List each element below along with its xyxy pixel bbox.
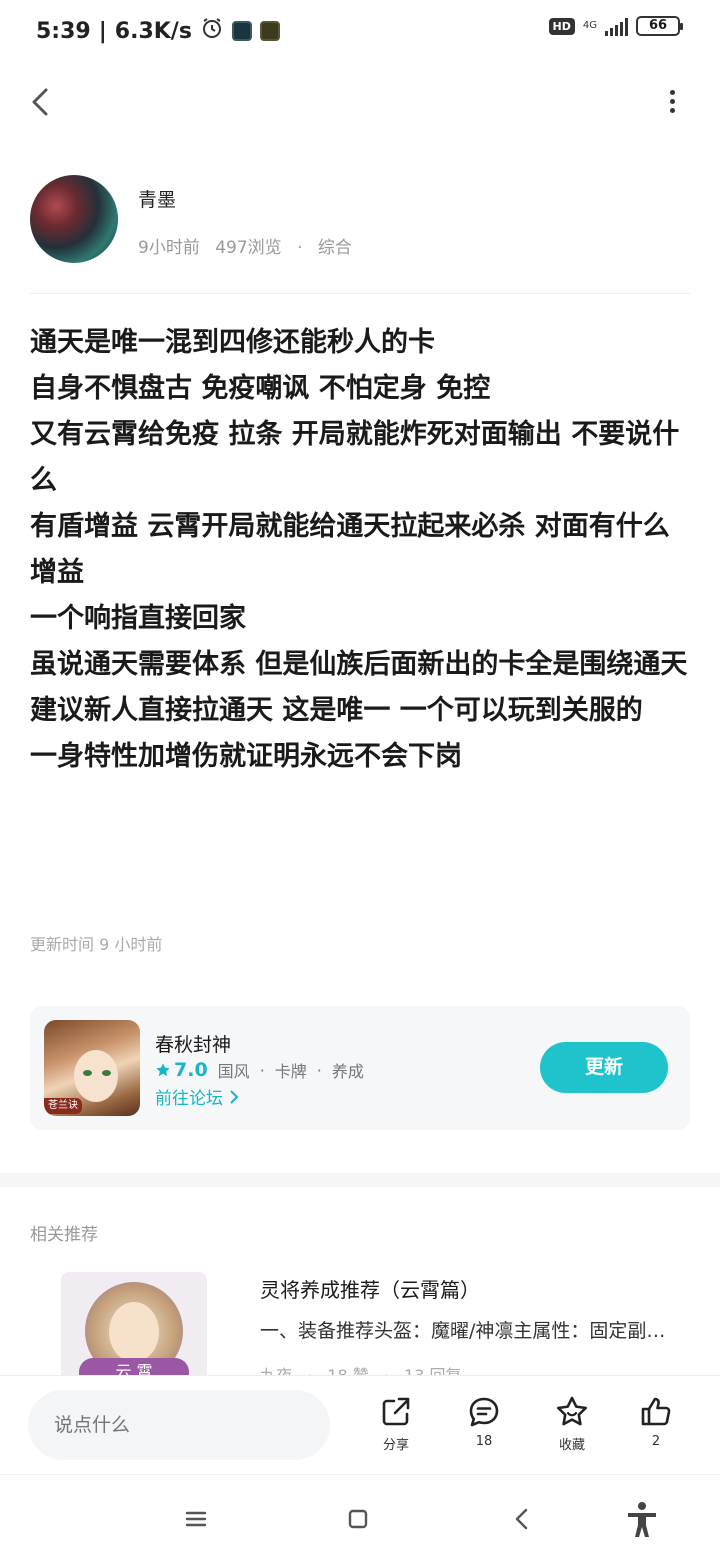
hd-badge: HD (548, 17, 575, 35)
status-left: 5:39 | 6.3K/s (36, 16, 280, 46)
post-time: 9小时前 (138, 238, 200, 258)
forum-link[interactable]: 前往论坛 (155, 1084, 239, 1109)
avatar[interactable] (30, 175, 118, 263)
accessibility-button[interactable] (622, 1499, 662, 1539)
star-icon (557, 1396, 587, 1426)
battery-icon: 66 (636, 16, 683, 36)
status-separator: | (98, 18, 107, 44)
author-name[interactable]: 青墨 (138, 185, 176, 212)
network-type: 4G (582, 20, 597, 31)
post-category[interactable]: 综合 (318, 238, 352, 258)
like-button[interactable]: 2 (626, 1394, 686, 1458)
post-line: 一身特性加增伤就证明永远不会下岗 (30, 741, 462, 772)
recommend-item[interactable]: 云 霄 灵将养成推荐（云霄篇） 一、装备推荐头盔：魔曜/神凛主属性：固定副… 九… (30, 1268, 690, 1378)
alarm-icon (200, 16, 224, 46)
game-tag: 养成 (331, 1062, 364, 1081)
share-button[interactable]: 分享 (366, 1394, 426, 1458)
bottom-action-bar: 分享 18 收藏 2 (0, 1375, 720, 1473)
author-header: 青墨 9小时前 497浏览 · 综合 (30, 175, 690, 265)
post-meta: 9小时前 497浏览 · 综合 (138, 233, 362, 258)
comment-input[interactable] (28, 1390, 330, 1460)
comment-count: 18 (475, 1434, 493, 1449)
menu-icon (185, 1511, 207, 1527)
view-count: 497浏览 (215, 238, 282, 258)
chevron-right-icon (230, 1089, 239, 1104)
post-line: 虽说通天需要体系 但是仙族后面新出的卡全是围绕通天 (30, 649, 688, 680)
status-right: HD 4G 66 (548, 16, 683, 36)
game-icon[interactable]: 苍兰诀 (44, 1020, 140, 1116)
recommend-label: 相关推荐 (30, 1225, 98, 1245)
post-body: 通天是唯一混到四修还能秒人的卡 自身不惧盘古 免疫嘲讽 不怕定身 免控 又有云霄… (30, 320, 690, 780)
update-button[interactable]: 更新 (540, 1042, 668, 1093)
post-line: 建议新人直接拉通天 这是唯一 一个可以玩到关服的 (30, 695, 643, 726)
top-nav (0, 70, 720, 134)
back-button[interactable] (24, 80, 64, 124)
status-bar: 5:39 | 6.3K/s HD 4G 66 (0, 0, 720, 60)
game-tag: 卡牌 (274, 1062, 307, 1081)
divider (30, 293, 690, 294)
like-count: 2 (651, 1434, 661, 1449)
more-options-button[interactable] (660, 86, 684, 118)
system-nav-bar (0, 1474, 720, 1560)
recommend-summary: 一、装备推荐头盔：魔曜/神凛主属性：固定副… (260, 1320, 666, 1342)
post-line: 又有云霄给免疫 拉条 开局就能炸死对面输出 不要说什么 (30, 419, 680, 496)
game-title[interactable]: 春秋封神 (155, 1030, 231, 1057)
star-icon (156, 1063, 170, 1077)
signal-icon (605, 16, 628, 36)
game-meta: 7.0 国风 · 卡牌 · 养成 (155, 1058, 364, 1082)
post-line: 通天是唯一混到四修还能秒人的卡 (30, 327, 435, 358)
tag-separator: · (259, 1060, 265, 1080)
share-label: 分享 (382, 1438, 409, 1453)
home-button[interactable] (338, 1499, 378, 1539)
notification-app-icon (231, 21, 252, 41)
forum-link-label: 前往论坛 (155, 1089, 223, 1109)
rating-value: 7.0 (174, 1059, 208, 1081)
more-icon (669, 90, 675, 95)
thumbs-up-icon (641, 1397, 671, 1426)
recommend-title[interactable]: 灵将养成推荐（云霄篇） (260, 1274, 480, 1303)
square-icon (348, 1509, 368, 1529)
tag-separator: · (316, 1060, 322, 1080)
post-line: 一个响指直接回家 (30, 603, 246, 634)
recommend-thumbnail[interactable]: 云 霄 (61, 1272, 207, 1378)
game-rating: 7.0 (155, 1059, 208, 1081)
game-icon-tag: 苍兰诀 (44, 1098, 82, 1114)
notification-app-icon (259, 21, 280, 41)
accessibility-icon (628, 1502, 656, 1537)
menu-button[interactable] (176, 1499, 216, 1539)
meta-dot: · (297, 238, 303, 258)
chevron-left-icon (32, 88, 48, 116)
chevron-left-icon (515, 1508, 528, 1530)
system-back-button[interactable] (502, 1499, 542, 1539)
post-line: 有盾增益 云霄开局就能给通天拉起来必杀 对面有什么增益 (30, 511, 670, 588)
favorite-label: 收藏 (558, 1438, 585, 1453)
comment-icon (469, 1397, 499, 1427)
post-line: 自身不惧盘古 免疫嘲讽 不怕定身 免控 (30, 373, 491, 404)
game-card[interactable]: 苍兰诀 春秋封神 7.0 国风 · 卡牌 · 养成 前往论坛 更新 (30, 1006, 690, 1130)
comment-button[interactable]: 18 (454, 1394, 514, 1458)
game-tag: 国风 (217, 1062, 250, 1081)
network-speed: 6.3K/s (114, 18, 192, 44)
status-time: 5:39 (36, 18, 91, 44)
update-time: 更新时间 9 小时前 (30, 935, 163, 954)
favorite-button[interactable]: 收藏 (542, 1394, 602, 1458)
section-divider (0, 1173, 720, 1187)
share-icon (382, 1397, 410, 1426)
